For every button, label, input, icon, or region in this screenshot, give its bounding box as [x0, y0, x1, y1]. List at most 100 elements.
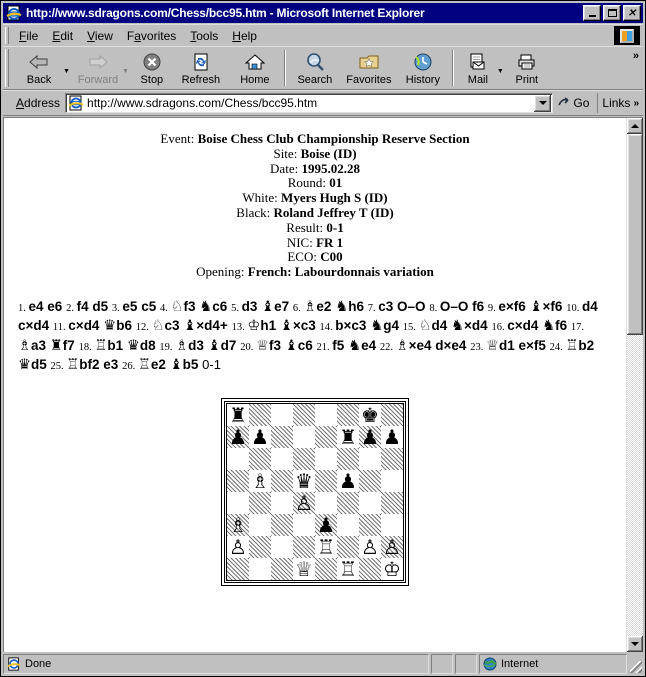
- board-square: [359, 491, 381, 514]
- history-button[interactable]: History: [396, 47, 450, 89]
- menu-item-view[interactable]: View: [80, 27, 120, 45]
- resize-grip[interactable]: [629, 654, 643, 674]
- forward-dropdown-arrow[interactable]: ▼: [122, 62, 129, 75]
- go-label: Go: [573, 96, 590, 110]
- chess-piece-glyph: ♜: [49, 337, 63, 354]
- links-button[interactable]: Links »: [597, 93, 643, 113]
- close-button[interactable]: ✕: [623, 5, 641, 21]
- move-number: 18.: [78, 341, 95, 353]
- board-square: [271, 425, 293, 448]
- board-piece: ♗: [251, 468, 269, 493]
- chess-piece-glyph: ♕: [485, 337, 499, 354]
- board-square: ♙: [293, 491, 315, 514]
- move: ♝×c3: [279, 318, 316, 335]
- address-dropdown-button[interactable]: [534, 94, 552, 112]
- move-number: 25.: [50, 361, 67, 373]
- scroll-down-button[interactable]: [627, 636, 643, 652]
- mail-label: Mail: [467, 73, 488, 86]
- move: ♗e2: [303, 298, 332, 315]
- move-number: 9.: [487, 302, 499, 314]
- address-input[interactable]: http://www.sdragons.com/Chess/bcc95.htm: [65, 93, 554, 113]
- game-header-key: White:: [242, 190, 282, 206]
- refresh-button[interactable]: Refresh: [174, 47, 228, 89]
- game-header-value: 1995.02.28: [301, 160, 360, 176]
- back-button[interactable]: Back: [12, 47, 66, 89]
- move: f6: [472, 298, 485, 314]
- board-piece: ♟: [339, 468, 357, 493]
- board-square: [337, 535, 359, 558]
- favorites-star-icon: [357, 51, 381, 73]
- browser-window: http://www.sdragons.com/Chess/bcc95.htm …: [0, 0, 646, 677]
- move: ♝b5: [169, 357, 199, 374]
- back-label: Back: [26, 73, 52, 86]
- board-square: [249, 447, 271, 470]
- mail-button[interactable]: Mail: [456, 47, 500, 89]
- back-dropdown-arrow[interactable]: ▼: [63, 62, 70, 75]
- home-button[interactable]: Home: [228, 47, 282, 89]
- board-square: [315, 557, 337, 580]
- game-header-value: C00: [320, 249, 343, 265]
- menu-item-help[interactable]: Help: [225, 27, 264, 45]
- move: c×d4: [68, 318, 100, 334]
- favorites-button[interactable]: Favorites: [342, 47, 396, 89]
- move: ♗d3: [175, 337, 204, 354]
- game-header-value: Boise (ID): [300, 145, 357, 161]
- board-square: ♙: [227, 535, 249, 558]
- move: O–O: [397, 298, 426, 314]
- maximize-button[interactable]: [603, 5, 621, 21]
- print-button[interactable]: Print: [505, 47, 549, 89]
- menu-drag-grip[interactable]: [5, 27, 9, 44]
- menu-bar: FFileile Edit View Favorites Tools Help: [3, 24, 643, 46]
- move: d3: [241, 298, 258, 314]
- board-piece: ♖: [317, 534, 335, 559]
- move-number: 21.: [316, 341, 333, 353]
- menu-item-file[interactable]: FFileile: [12, 27, 45, 45]
- minimize-button[interactable]: [583, 5, 601, 21]
- scroll-track[interactable]: [627, 134, 643, 636]
- move: d4: [581, 298, 598, 314]
- board-square: [381, 491, 403, 514]
- move: ♕f3: [255, 337, 281, 354]
- content-area: Event: Boise Chess Club Championship Res…: [3, 117, 643, 652]
- game-header-key: Site:: [273, 145, 301, 161]
- move: ♜f7: [49, 337, 75, 354]
- move: ♗a3: [18, 337, 47, 354]
- board-square: [227, 447, 249, 470]
- board-square: [381, 403, 403, 426]
- board-piece: ♙: [383, 534, 401, 559]
- links-overflow-chevron: »: [633, 97, 639, 109]
- game-header-value: FR 1: [316, 234, 344, 250]
- move: ♘d4: [418, 318, 448, 335]
- mail-dropdown-arrow[interactable]: ▼: [497, 62, 504, 75]
- toolbar-drag-grip[interactable]: [5, 49, 9, 87]
- menu-item-favorites[interactable]: Favorites: [120, 27, 183, 45]
- menu-item-tools[interactable]: Tools: [183, 27, 225, 45]
- board-square: ♟: [359, 425, 381, 448]
- game-header-line: ECO: C00: [4, 249, 626, 265]
- toolbar-overflow-chevron[interactable]: »: [633, 50, 639, 62]
- scroll-up-button[interactable]: [627, 118, 643, 134]
- board-square: ♟: [249, 425, 271, 448]
- home-icon: [243, 51, 267, 73]
- search-button[interactable]: Search: [288, 47, 342, 89]
- stop-button[interactable]: Stop: [130, 47, 174, 89]
- board-square: [227, 491, 249, 514]
- move: c×d4: [18, 318, 50, 334]
- board-square: [293, 447, 315, 470]
- scroll-thumb[interactable]: [627, 134, 643, 335]
- board-square: [293, 403, 315, 426]
- vertical-scrollbar[interactable]: [626, 118, 643, 652]
- forward-button[interactable]: Forward: [71, 47, 125, 89]
- move: c5: [141, 298, 157, 314]
- game-header-line: Opening: French: Labourdonnais variation: [4, 264, 626, 280]
- search-icon: [303, 51, 327, 73]
- board-square: ♖: [315, 534, 337, 559]
- go-button[interactable]: Go: [553, 95, 595, 112]
- favorites-label: Favorites: [346, 73, 392, 86]
- chess-piece-glyph: ♝: [169, 357, 183, 374]
- address-value: http://www.sdragons.com/Chess/bcc95.htm: [87, 96, 318, 110]
- board-square: ♟: [315, 513, 337, 536]
- printer-icon: [515, 51, 539, 73]
- menu-item-edit[interactable]: Edit: [45, 27, 80, 45]
- board-square: ♚: [359, 403, 381, 426]
